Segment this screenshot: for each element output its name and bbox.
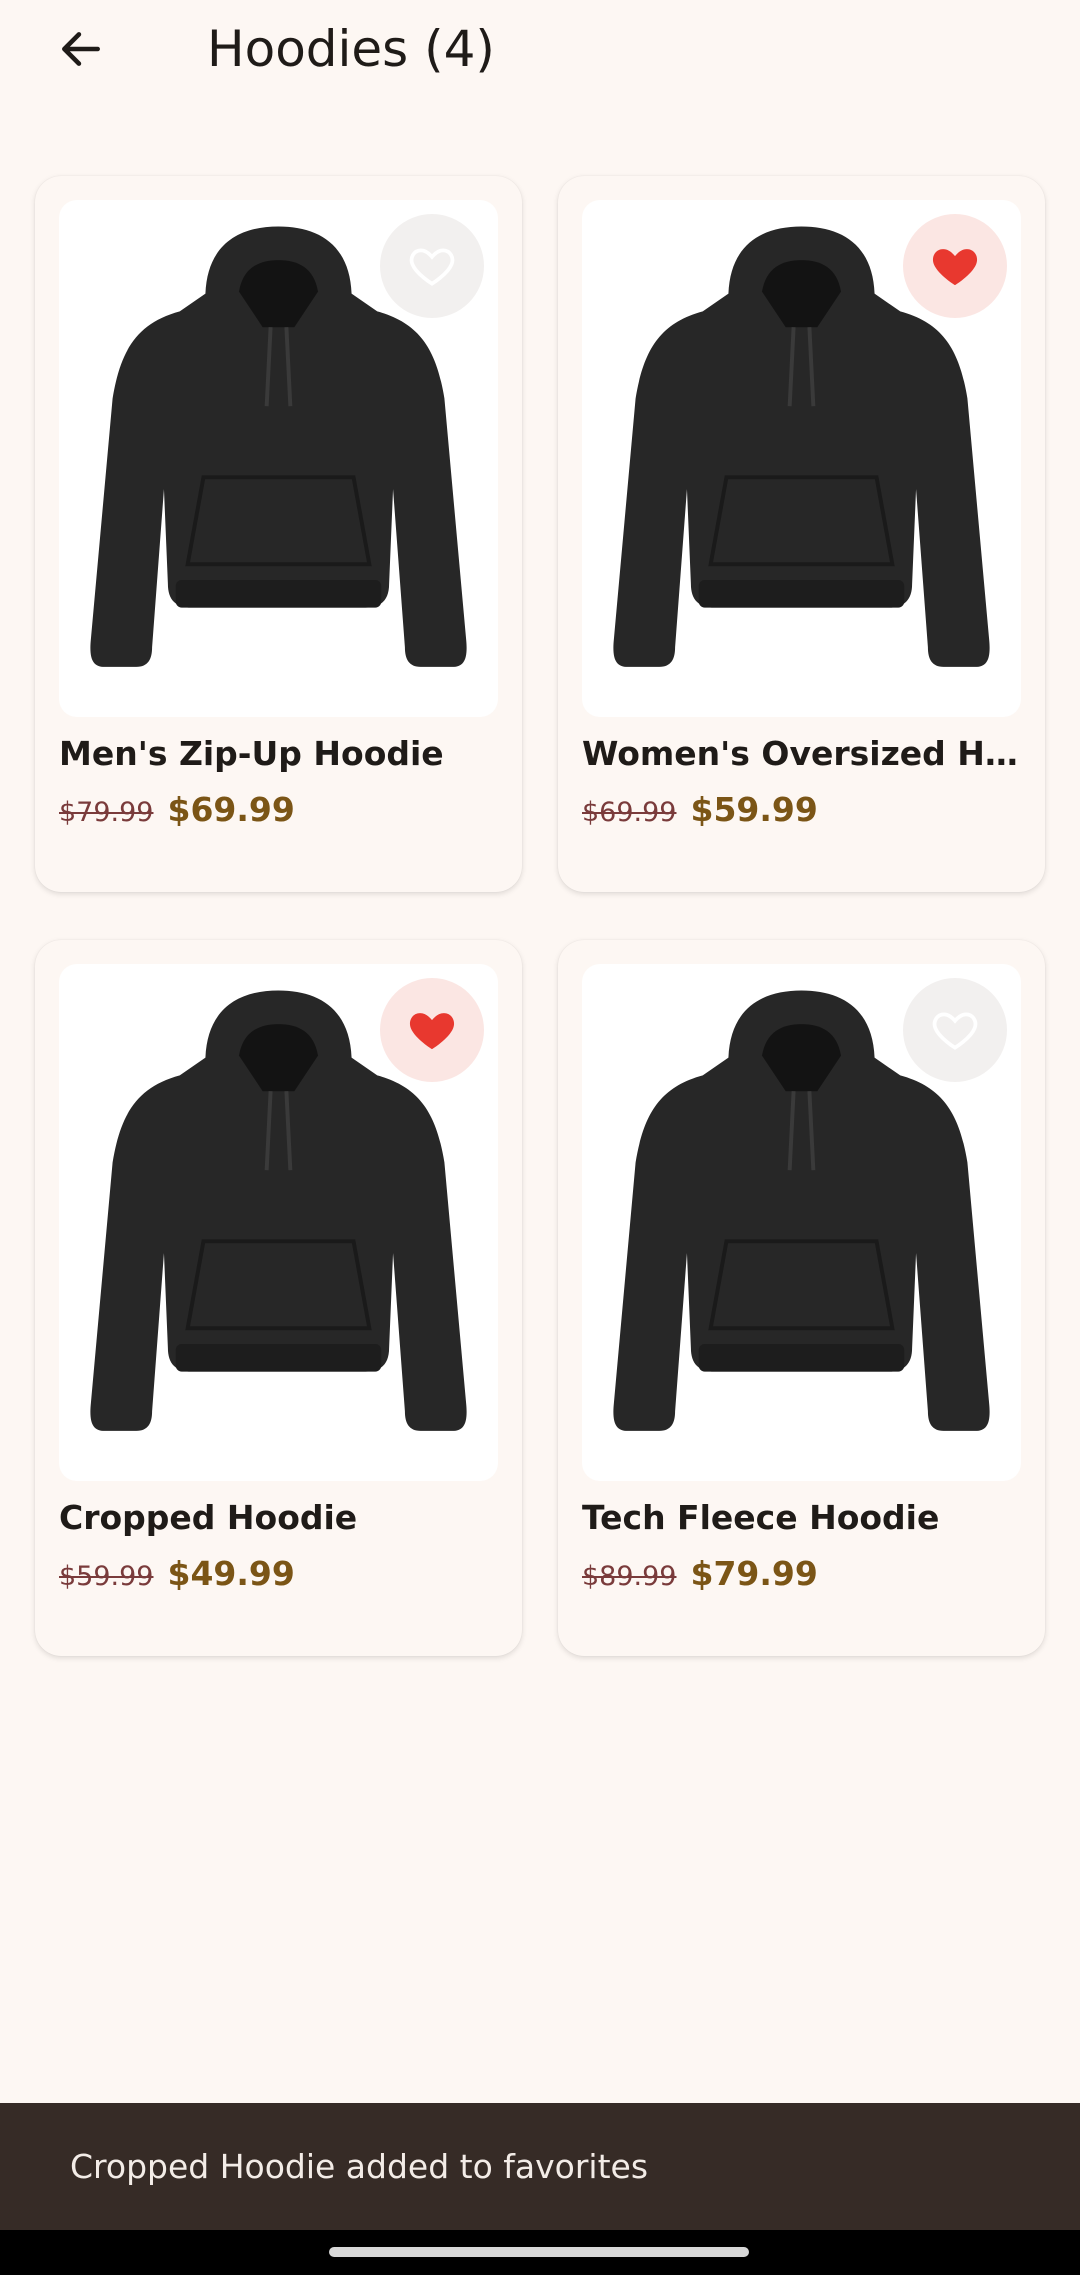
back-button[interactable] bbox=[46, 14, 116, 84]
price-row: $89.99 $79.99 bbox=[582, 1554, 818, 1593]
home-indicator[interactable] bbox=[329, 2247, 749, 2257]
product-name: Cropped Hoodie bbox=[59, 1498, 358, 1537]
snackbar: Cropped Hoodie added to favorites bbox=[0, 2103, 1080, 2230]
price-row: $79.99 $69.99 bbox=[59, 790, 295, 829]
sale-price: $59.99 bbox=[690, 790, 818, 829]
price-row: $59.99 $49.99 bbox=[59, 1554, 295, 1593]
heart-filled-icon bbox=[932, 249, 978, 286]
heart-outline-icon bbox=[932, 1012, 978, 1050]
sale-price: $49.99 bbox=[167, 1554, 295, 1593]
original-price: $89.99 bbox=[582, 1561, 677, 1592]
product-card[interactable]: Cropped Hoodie $59.99 $49.99 bbox=[35, 940, 522, 1656]
product-name: Women's Oversized Hoo... bbox=[582, 734, 1027, 773]
product-name: Tech Fleece Hoodie bbox=[582, 1498, 940, 1537]
price-row: $69.99 $59.99 bbox=[582, 790, 818, 829]
favorite-button[interactable] bbox=[380, 214, 484, 318]
favorite-button[interactable] bbox=[903, 214, 1007, 318]
product-card[interactable]: Men's Zip-Up Hoodie $79.99 $69.99 bbox=[35, 176, 522, 892]
snackbar-message: Cropped Hoodie added to favorites bbox=[70, 2147, 649, 2186]
product-image bbox=[582, 964, 1021, 1481]
system-navigation-bar bbox=[0, 2230, 1080, 2275]
product-image bbox=[582, 200, 1021, 717]
product-card[interactable]: Women's Oversized Hoo... $69.99 $59.99 bbox=[558, 176, 1045, 892]
original-price: $79.99 bbox=[59, 797, 154, 828]
sale-price: $69.99 bbox=[167, 790, 295, 829]
heart-filled-icon bbox=[409, 1013, 455, 1050]
original-price: $69.99 bbox=[582, 797, 677, 828]
product-card[interactable]: Tech Fleece Hoodie $89.99 $79.99 bbox=[558, 940, 1045, 1656]
product-image bbox=[59, 964, 498, 1481]
top-app-bar: Hoodies (4) bbox=[0, 0, 1080, 110]
sale-price: $79.99 bbox=[690, 1554, 818, 1593]
favorite-button[interactable] bbox=[380, 978, 484, 1082]
heart-outline-icon bbox=[409, 248, 455, 286]
original-price: $59.99 bbox=[59, 1561, 154, 1592]
product-image bbox=[59, 200, 498, 717]
favorite-button[interactable] bbox=[903, 978, 1007, 1082]
arrow-left-icon bbox=[62, 32, 100, 66]
product-name: Men's Zip-Up Hoodie bbox=[59, 734, 444, 773]
page-title: Hoodies (4) bbox=[207, 20, 495, 78]
